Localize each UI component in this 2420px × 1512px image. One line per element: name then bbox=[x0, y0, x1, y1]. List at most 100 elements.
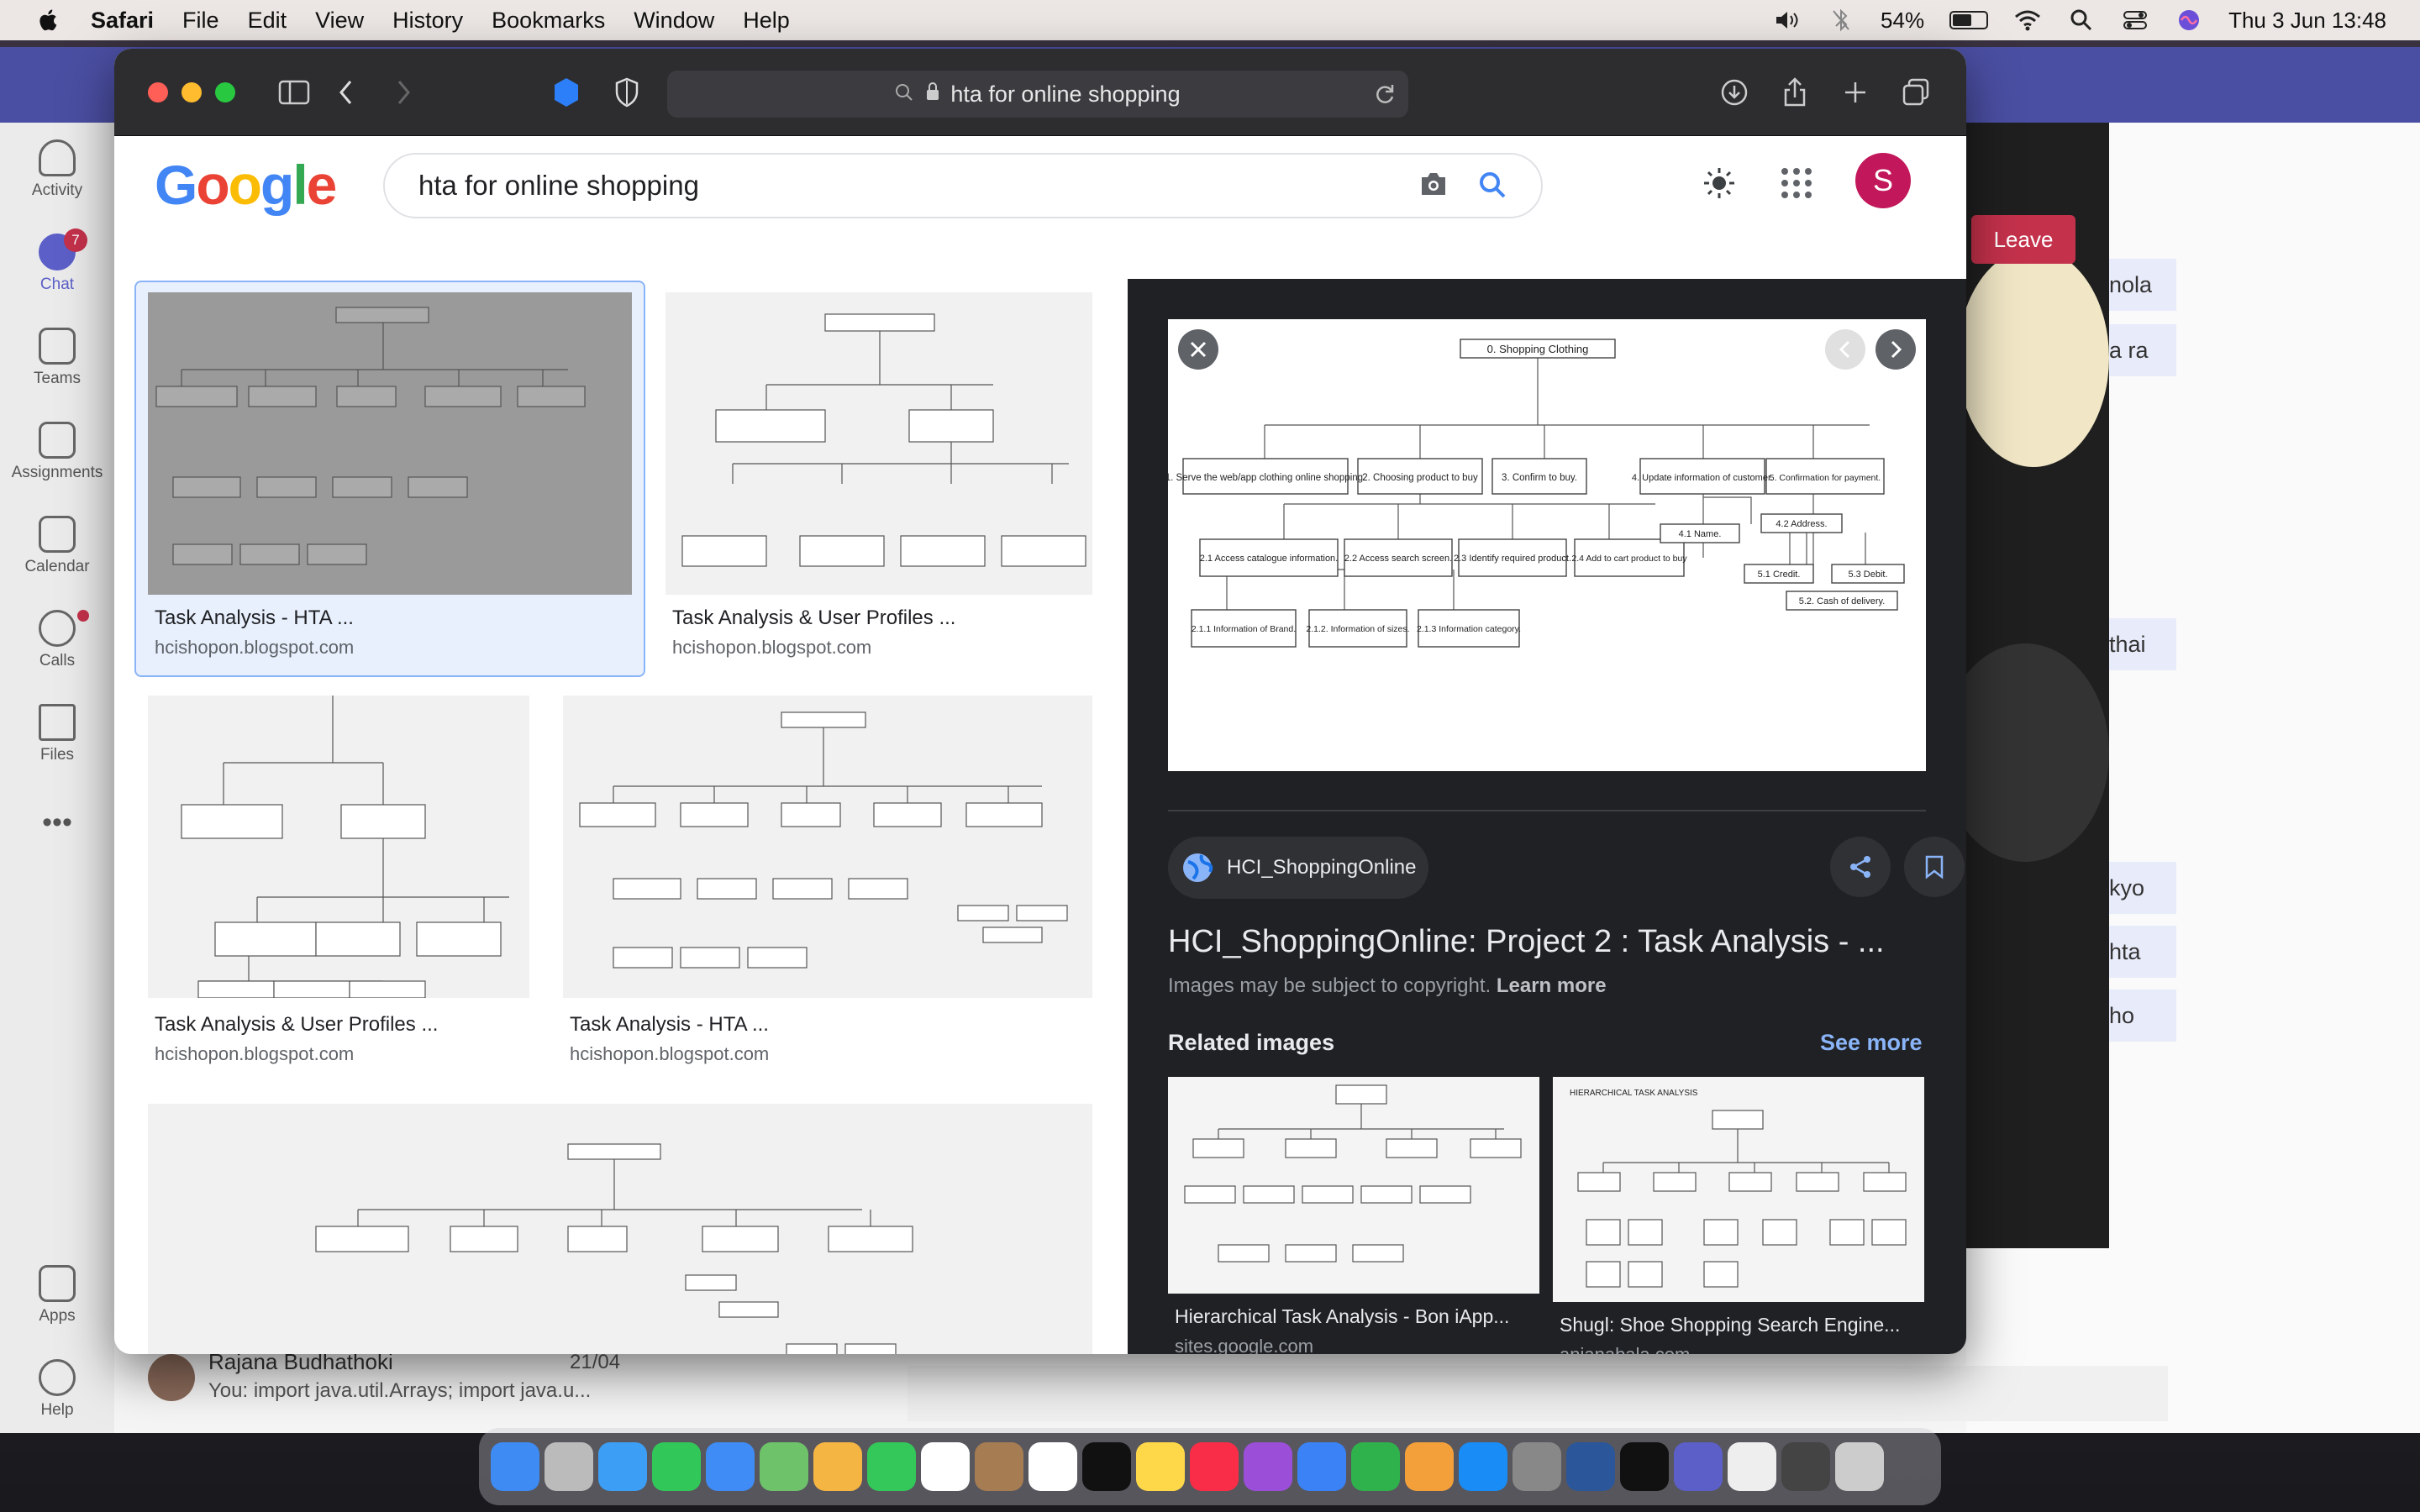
rail-calls[interactable]: Calls bbox=[0, 610, 114, 670]
bluetooth-off-icon[interactable] bbox=[1827, 8, 1855, 33]
next-image-button[interactable] bbox=[1876, 329, 1916, 370]
forward-icon[interactable] bbox=[385, 74, 422, 111]
preview-image[interactable]: 0. Shopping Clothing 1. Serve the web/ap… bbox=[1165, 319, 1926, 771]
safari-icon[interactable] bbox=[598, 1442, 647, 1491]
result-thumbnail[interactable] bbox=[148, 696, 529, 998]
menu-window[interactable]: Window bbox=[634, 8, 714, 34]
zoom-window-button[interactable] bbox=[215, 82, 235, 102]
related-image[interactable]: HIERARCHICAL TASK ANALYSIS bbox=[1553, 1077, 1924, 1302]
new-tab-icon[interactable] bbox=[1837, 74, 1874, 111]
minimize-window-button[interactable] bbox=[182, 82, 202, 102]
result-title[interactable]: Task Analysis - HTA ... bbox=[155, 606, 354, 630]
result-source[interactable]: hcishopon.blogspot.com bbox=[155, 1043, 354, 1065]
rail-help[interactable]: Help bbox=[0, 1359, 114, 1420]
tab-overview-icon[interactable] bbox=[1897, 74, 1934, 111]
related-image-title[interactable]: Hierarchical Task Analysis - Bon iApp... bbox=[1175, 1305, 1509, 1328]
close-window-button[interactable] bbox=[148, 82, 168, 102]
document-icon[interactable] bbox=[1728, 1442, 1776, 1491]
learn-more-link[interactable]: Learn more bbox=[1497, 974, 1607, 997]
rail-calendar[interactable]: Calendar bbox=[0, 516, 114, 576]
extension-icon[interactable] bbox=[548, 74, 585, 111]
launchpad-icon[interactable] bbox=[544, 1442, 593, 1491]
privacy-shield-icon[interactable] bbox=[608, 74, 645, 111]
siri-icon[interactable] bbox=[2175, 8, 2203, 33]
menu-file[interactable]: File bbox=[182, 8, 219, 34]
address-bar[interactable]: hta for online shopping bbox=[667, 71, 1408, 118]
result-thumbnail[interactable] bbox=[666, 292, 1092, 595]
share-button[interactable] bbox=[1830, 837, 1891, 897]
rail-teams[interactable]: Teams bbox=[0, 328, 114, 388]
spotlight-search-icon[interactable] bbox=[2067, 8, 2096, 33]
wifi-icon[interactable] bbox=[2013, 8, 2042, 33]
pycharm-icon[interactable] bbox=[1620, 1442, 1669, 1491]
save-button[interactable] bbox=[1904, 837, 1965, 897]
avatar[interactable] bbox=[148, 1354, 195, 1401]
menu-bookmarks[interactable]: Bookmarks bbox=[492, 8, 605, 34]
rail-files[interactable]: Files bbox=[0, 704, 114, 764]
see-more-link[interactable]: See more bbox=[1820, 1030, 1923, 1056]
image-title[interactable]: HCI_ShoppingOnline: Project 2 : Task Ana… bbox=[1168, 924, 1885, 960]
control-center-icon[interactable] bbox=[2121, 8, 2149, 33]
result-thumbnail[interactable] bbox=[563, 696, 1092, 998]
notes-icon[interactable] bbox=[1136, 1442, 1185, 1491]
numbers-icon[interactable] bbox=[1351, 1442, 1400, 1491]
battery-icon[interactable] bbox=[1949, 11, 1989, 29]
related-image-source[interactable]: anjanabala.com bbox=[1560, 1344, 1690, 1354]
rail-assignments[interactable]: Assignments bbox=[0, 422, 114, 482]
account-avatar[interactable]: S bbox=[1855, 153, 1911, 208]
menu-app-name[interactable]: Safari bbox=[91, 8, 154, 34]
reload-icon[interactable] bbox=[1373, 82, 1397, 112]
rail-activity[interactable]: Activity bbox=[0, 139, 114, 200]
result-title[interactable]: Task Analysis - HTA ... bbox=[570, 1013, 769, 1037]
back-icon[interactable] bbox=[328, 74, 365, 111]
volume-icon[interactable] bbox=[1773, 8, 1802, 33]
calendar-icon[interactable] bbox=[921, 1442, 970, 1491]
rail-more-icon[interactable]: ••• bbox=[0, 806, 114, 839]
keyboard-viewer-icon[interactable] bbox=[1781, 1442, 1830, 1491]
reminders-icon[interactable] bbox=[1028, 1442, 1077, 1491]
camera-icon[interactable] bbox=[1418, 170, 1449, 205]
rail-chat[interactable]: Chat 7 bbox=[0, 228, 114, 294]
previous-image-button[interactable] bbox=[1825, 329, 1865, 370]
keynote-icon[interactable] bbox=[1297, 1442, 1346, 1491]
apps-grid-icon[interactable] bbox=[1780, 166, 1813, 204]
photos-icon[interactable] bbox=[813, 1442, 862, 1491]
messages-icon[interactable] bbox=[652, 1442, 701, 1491]
system-preferences-icon[interactable] bbox=[1512, 1442, 1561, 1491]
related-image-title[interactable]: Shugl: Shoe Shopping Search Engine... bbox=[1560, 1314, 1900, 1336]
finder-icon[interactable] bbox=[491, 1442, 539, 1491]
maps-icon[interactable] bbox=[760, 1442, 808, 1491]
podcasts-icon[interactable] bbox=[1244, 1442, 1292, 1491]
search-input[interactable]: hta for online shopping bbox=[383, 153, 1543, 218]
word-icon[interactable] bbox=[1566, 1442, 1615, 1491]
menu-edit[interactable]: Edit bbox=[248, 8, 287, 34]
menu-help[interactable]: Help bbox=[743, 8, 790, 34]
pages-icon[interactable] bbox=[1405, 1442, 1454, 1491]
apple-icon[interactable] bbox=[35, 7, 62, 34]
result-source[interactable]: hcishopon.blogspot.com bbox=[570, 1043, 769, 1065]
sidebar-toggle-icon[interactable] bbox=[276, 74, 313, 111]
compose-toolbar[interactable] bbox=[908, 1366, 2168, 1421]
tv-icon[interactable] bbox=[1082, 1442, 1131, 1491]
result-thumbnail[interactable] bbox=[148, 292, 632, 595]
theme-toggle-icon[interactable] bbox=[1701, 165, 1738, 206]
teams-app-icon[interactable] bbox=[1674, 1442, 1723, 1491]
rail-apps[interactable]: Apps bbox=[0, 1265, 114, 1326]
result-source[interactable]: hcishopon.blogspot.com bbox=[672, 637, 871, 659]
mail-icon[interactable] bbox=[706, 1442, 755, 1491]
result-title[interactable]: Task Analysis & User Profiles ... bbox=[672, 606, 955, 630]
downloads-icon[interactable] bbox=[1716, 74, 1753, 111]
related-image-source[interactable]: sites.google.com bbox=[1175, 1336, 1313, 1354]
close-preview-button[interactable] bbox=[1178, 329, 1218, 370]
contacts-icon[interactable] bbox=[975, 1442, 1023, 1491]
menu-clock[interactable]: Thu 3 Jun 13:48 bbox=[2228, 8, 2386, 34]
app-store-icon[interactable] bbox=[1459, 1442, 1507, 1491]
result-source[interactable]: hcishopon.blogspot.com bbox=[155, 637, 354, 659]
menu-view[interactable]: View bbox=[315, 8, 364, 34]
result-title[interactable]: Task Analysis & User Profiles ... bbox=[155, 1013, 438, 1037]
google-logo[interactable]: Google bbox=[155, 153, 337, 217]
share-icon[interactable] bbox=[1776, 74, 1813, 111]
source-site-chip[interactable]: HCI_ShoppingOnline bbox=[1168, 837, 1428, 899]
music-icon[interactable] bbox=[1190, 1442, 1239, 1491]
result-thumbnail[interactable] bbox=[148, 1104, 1092, 1354]
